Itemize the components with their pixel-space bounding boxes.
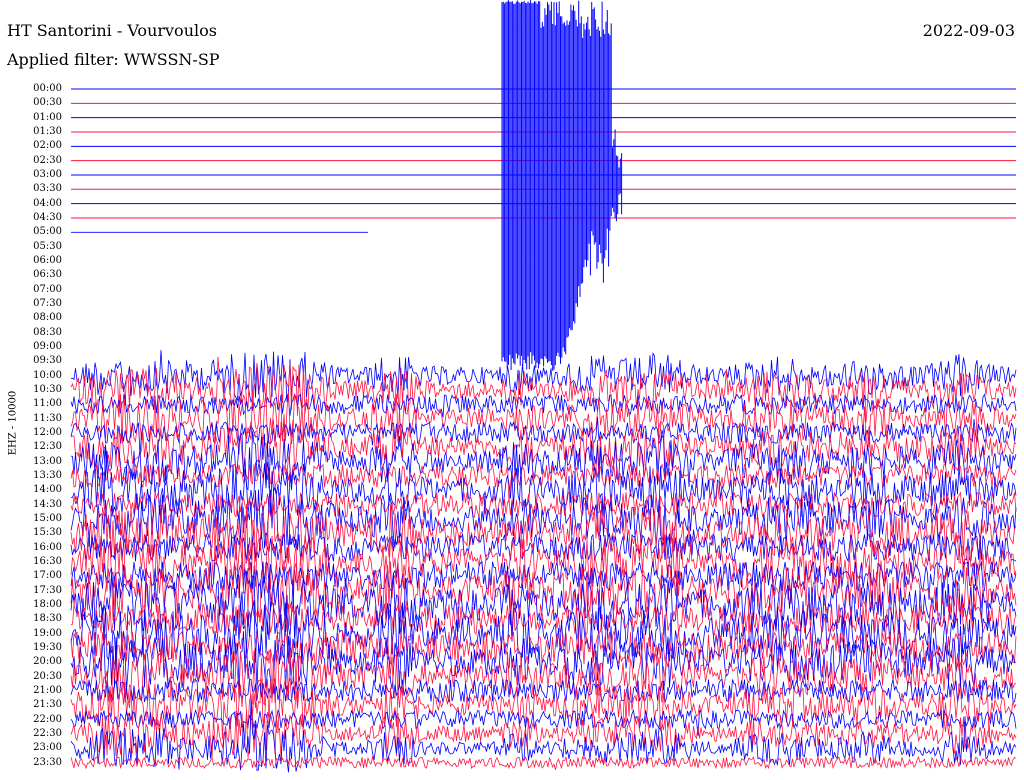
trace-1130 <box>70 390 1017 448</box>
helicorder-plot <box>70 0 1017 773</box>
trace-2330 <box>70 755 1017 770</box>
earthquake-signal <box>501 0 623 371</box>
trace-1300 <box>70 431 1017 491</box>
